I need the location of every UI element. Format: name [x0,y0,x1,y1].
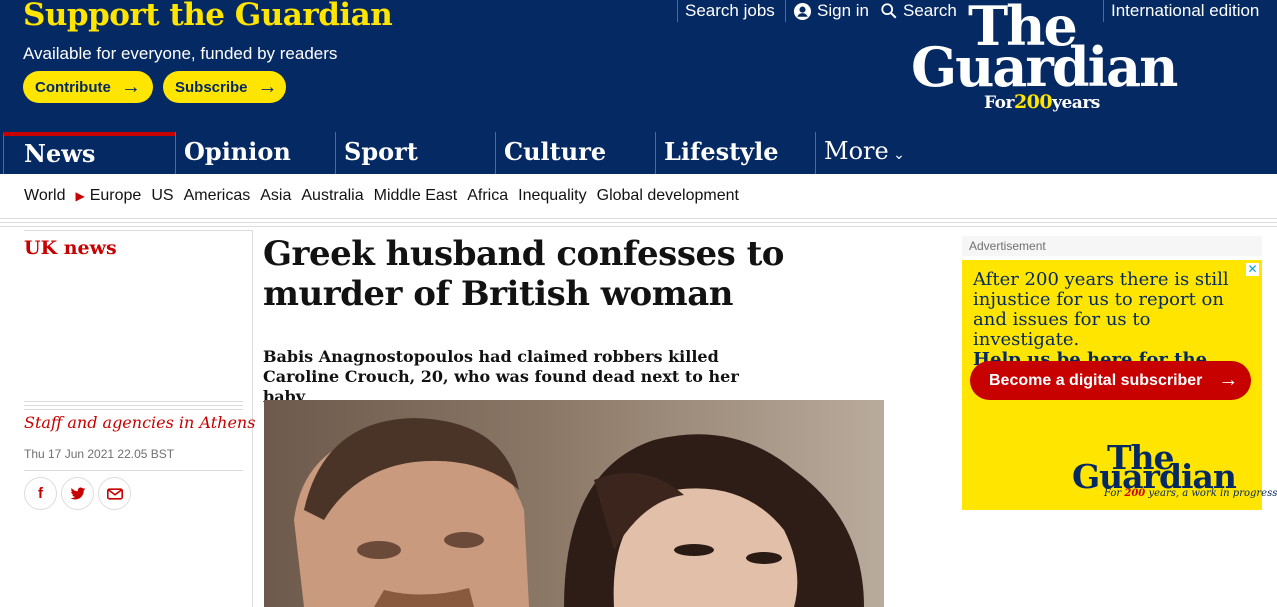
ad-text: After 200 years there is still injustice… [973,269,1229,350]
subscribe-label: Subscribe [175,78,248,96]
guardian-logo[interactable]: The Guardian For200years [911,0,1211,120]
email-icon [106,487,123,500]
subnav-item-us[interactable]: US [151,187,173,205]
pillar-culture[interactable]: Culture [495,132,655,174]
subnav-item-americas[interactable]: Americas [184,187,251,205]
facebook-icon: f [38,485,43,502]
ad-guardian-logo: The Guardian For 200 years, a work in pr… [1072,438,1277,499]
ad-button-label: Become a digital subscriber [989,371,1203,389]
subnav-item-world[interactable]: World [24,187,66,205]
subnav-item-australia[interactable]: Australia [301,187,363,205]
article-main-image [264,400,884,607]
arrow-right-icon: → [257,76,278,98]
account-icon [793,2,812,20]
divider [677,0,678,22]
byline[interactable]: Staff and agencies in Athens [24,413,255,432]
divider [24,401,243,402]
subnav-item-asia[interactable]: Asia [260,187,291,205]
arrow-right-icon: → [1218,369,1239,391]
arrow-right-icon: → [120,76,141,98]
triangle-right-icon: ▶ [75,189,85,203]
pillar-more[interactable]: More ⌄ [815,132,935,174]
sign-in-link[interactable]: Sign in [793,0,869,22]
share-twitter-button[interactable] [61,477,94,510]
subnav-item-global-development[interactable]: Global development [597,187,739,205]
pillar-lifestyle[interactable]: Lifestyle [655,132,815,174]
section-label[interactable]: UK news [24,237,117,259]
become-subscriber-button[interactable]: Become a digital subscriber → [970,361,1251,400]
pillar-nav: News Opinion Sport Culture Lifestyle Mor… [0,132,1277,174]
divider [0,222,1277,223]
twitter-icon [70,487,85,499]
subnav-item-middle-east[interactable]: Middle East [374,187,458,205]
article-headline: Greek husband confesses to murder of Bri… [263,234,784,314]
support-header: Support the Guardian Available for every… [0,0,1277,132]
advertisement-banner[interactable]: ✕ After 200 years there is still injusti… [962,260,1277,510]
divider [24,470,243,471]
subnav-item-europe[interactable]: Europe [90,187,142,205]
divider [785,0,786,22]
divider [24,230,252,231]
subscribe-button[interactable]: Subscribe → [163,71,286,103]
contribute-button[interactable]: Contribute → [23,71,153,103]
advertisement-label: Advertisement [962,236,1262,256]
share-facebook-button[interactable]: f [24,477,57,510]
support-subtitle: Available for everyone, funded by reader… [23,44,338,63]
divider [24,409,243,410]
pillar-sport[interactable]: Sport [335,132,495,174]
pillar-opinion[interactable]: Opinion [175,132,335,174]
publish-date: Thu 17 Jun 2021 22.05 BST [24,447,175,461]
divider [0,226,1277,227]
article-standfirst: Babis Anagnostopoulos had claimed robber… [263,347,739,406]
subnav-item-inequality[interactable]: Inequality [518,187,587,205]
chevron-down-icon: ⌄ [888,147,905,163]
search-jobs-link[interactable]: Search jobs [685,0,775,22]
contribute-label: Contribute [35,78,111,96]
sub-nav: World ▶ Europe US Americas Asia Australi… [0,174,1277,218]
search-jobs-label: Search jobs [685,1,775,20]
subnav-item-africa[interactable]: Africa [467,187,508,205]
sign-in-label: Sign in [817,1,869,20]
support-title: Support the Guardian [23,0,393,33]
couple-photo-image [264,400,884,607]
divider [24,405,243,406]
share-email-button[interactable] [98,477,131,510]
divider [0,218,1277,219]
search-icon [881,3,897,19]
pillar-news[interactable]: News [3,132,175,174]
